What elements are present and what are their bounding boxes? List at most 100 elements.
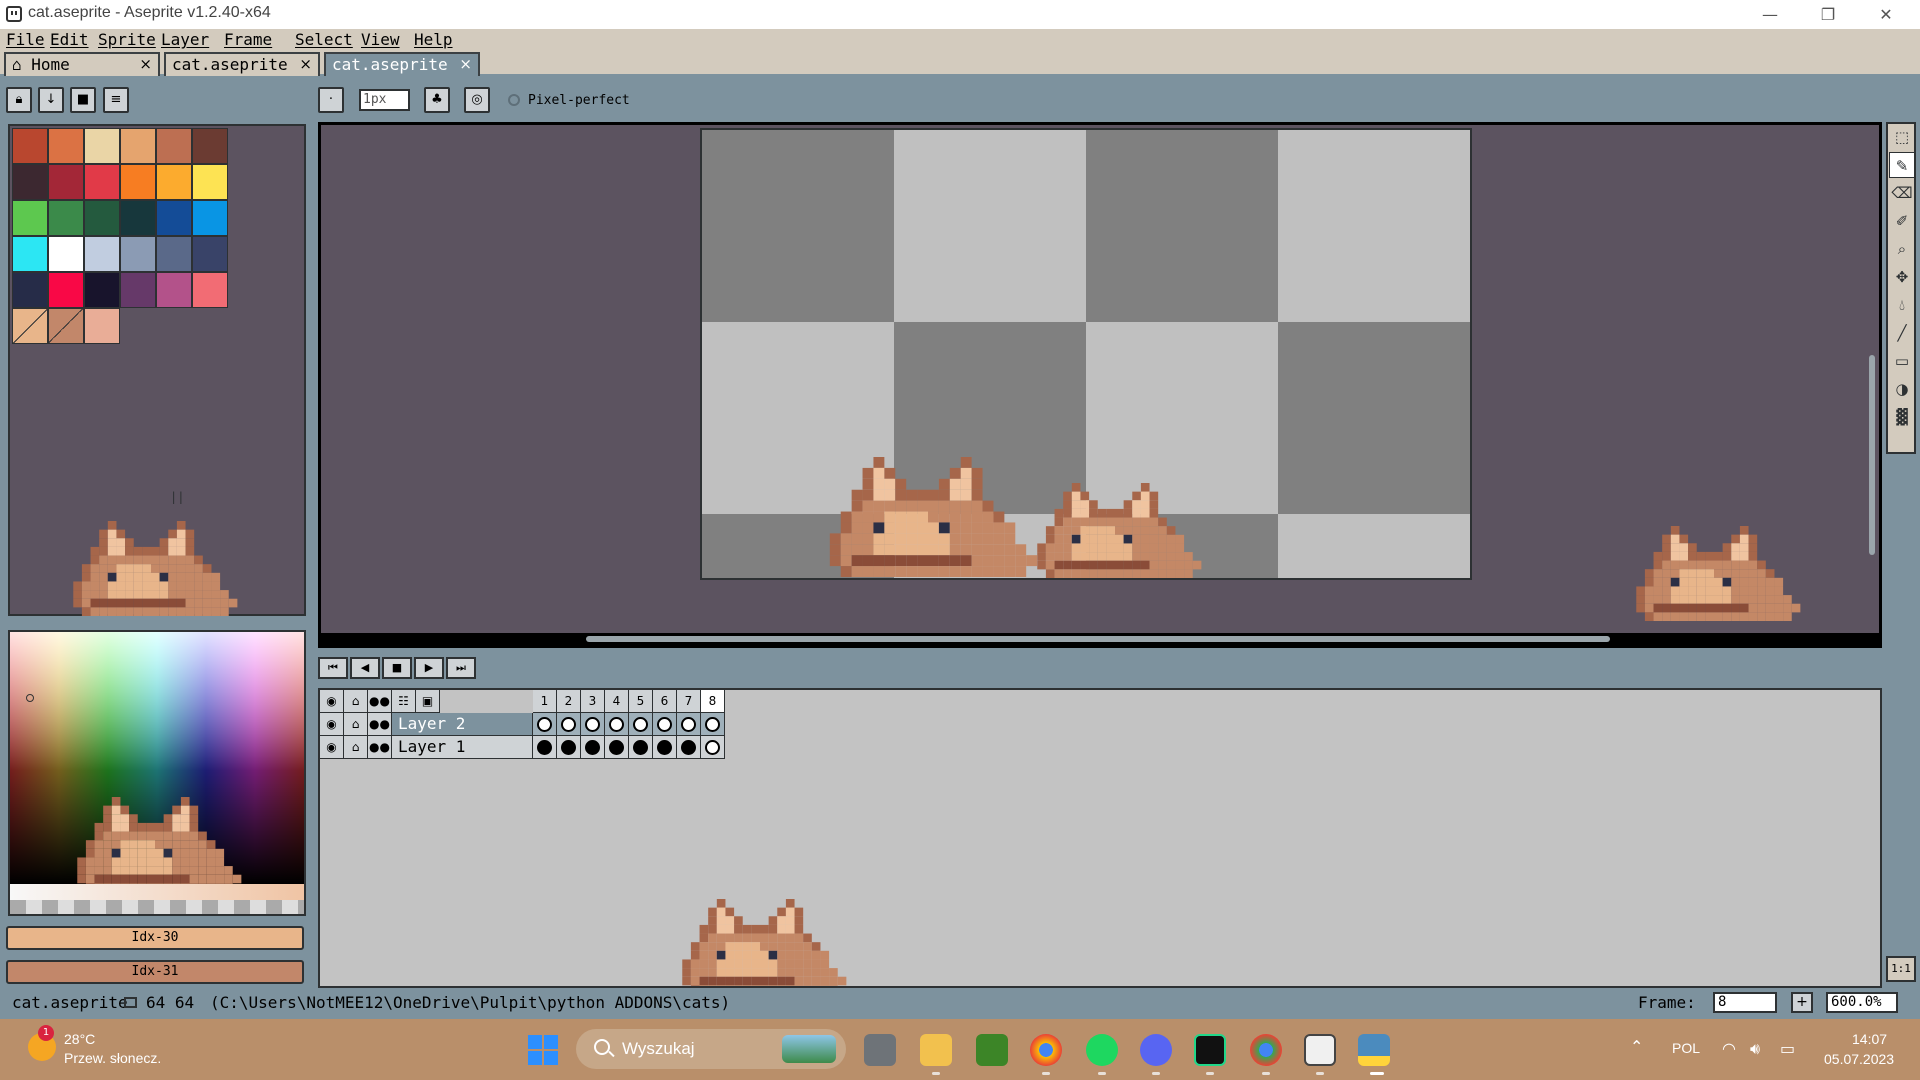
file-explorer-icon[interactable]: [920, 1034, 952, 1066]
frame-header-5[interactable]: 5: [629, 690, 653, 713]
foreground-color-button[interactable]: Idx-30: [6, 926, 304, 950]
pycharm-icon[interactable]: [1194, 1034, 1226, 1066]
aseprite-icon[interactable]: [1304, 1034, 1336, 1066]
layer1-continuous[interactable]: ●●: [368, 736, 392, 759]
palette-swatch[interactable]: [156, 128, 192, 164]
menu-sprite[interactable]: Sprite: [98, 29, 156, 50]
vertical-scrollbar[interactable]: [1869, 355, 1875, 555]
minimize-button[interactable]: —: [1742, 0, 1798, 29]
layer-group-header[interactable]: ☷: [392, 690, 416, 713]
cel-cell[interactable]: [557, 713, 581, 736]
menu-select[interactable]: Select: [295, 29, 353, 50]
wifi-icon[interactable]: ◠: [1722, 1039, 1736, 1058]
previous-frame-button[interactable]: ◀: [350, 657, 380, 679]
tab-close-icon[interactable]: ×: [299, 55, 312, 73]
layer-row-layer-2[interactable]: Layer 2: [392, 713, 533, 736]
palette-swatch[interactable]: [48, 272, 84, 308]
blur-tool-icon[interactable]: ▓: [1889, 404, 1915, 430]
onion-skin-header[interactable]: ▣: [416, 690, 440, 713]
cel-cell[interactable]: [605, 713, 629, 736]
python-icon[interactable]: [1358, 1034, 1390, 1066]
cel-cell[interactable]: [701, 713, 725, 736]
continuous-header[interactable]: ●●: [368, 690, 392, 713]
palette-swatch[interactable]: [120, 272, 156, 308]
cel-cell[interactable]: [653, 736, 677, 759]
palette-swatch[interactable]: [120, 200, 156, 236]
next-frame-button[interactable]: ▶: [414, 657, 444, 679]
cel-cell[interactable]: [629, 736, 653, 759]
layer2-lock[interactable]: ⌂: [344, 713, 368, 736]
new-frame-button[interactable]: +: [1791, 992, 1813, 1013]
windows-start-icon[interactable]: [528, 1035, 558, 1065]
palette-swatch[interactable]: [120, 164, 156, 200]
alpha-bar[interactable]: [10, 900, 304, 914]
palette-swatch[interactable]: [192, 200, 228, 236]
input-language[interactable]: POL: [1672, 1040, 1700, 1056]
weather-description[interactable]: Przew. słonecz.: [64, 1050, 161, 1066]
move-tool-icon[interactable]: ✥: [1889, 264, 1915, 290]
tab-close-icon[interactable]: ×: [139, 55, 152, 73]
frame-header-3[interactable]: 3: [581, 690, 605, 713]
contour-tool-icon[interactable]: ◑: [1889, 376, 1915, 402]
eyedropper-tool-icon[interactable]: ✐: [1889, 208, 1915, 234]
rectangle-tool-icon[interactable]: ▭: [1889, 348, 1915, 374]
color-picker[interactable]: [8, 630, 306, 916]
frame-header-7[interactable]: 7: [677, 690, 701, 713]
frame-header-8[interactable]: 8: [701, 690, 725, 713]
tab-cat-aseprite-2[interactable]: cat.aseprite ×: [324, 52, 480, 76]
frame-header-2[interactable]: 2: [557, 690, 581, 713]
volume-icon[interactable]: 🔊︎: [1750, 1039, 1760, 1059]
cel-cell[interactable]: [653, 713, 677, 736]
last-frame-button[interactable]: ⏭︎: [446, 657, 476, 679]
tab-cat-aseprite-1[interactable]: cat.aseprite ×: [164, 52, 320, 76]
palette-swatch[interactable]: [12, 128, 48, 164]
layer1-lock[interactable]: ⌂: [344, 736, 368, 759]
pencil-tool-icon[interactable]: ✎: [1889, 152, 1915, 178]
line-tool-icon[interactable]: ╱: [1889, 320, 1915, 346]
taskbar-search[interactable]: Wyszukaj: [576, 1029, 846, 1069]
cel-cell[interactable]: [677, 736, 701, 759]
clock-time[interactable]: 14:07: [1852, 1031, 1887, 1047]
close-button[interactable]: ✕: [1858, 0, 1914, 29]
palette-swatch[interactable]: [156, 164, 192, 200]
tray-overflow-icon[interactable]: ⌃: [1630, 1037, 1643, 1056]
palette-swatch[interactable]: [84, 308, 120, 344]
tab-home[interactable]: ⌂ Home ×: [4, 52, 160, 76]
chrome-profile-icon[interactable]: [1250, 1034, 1282, 1066]
palette-swatch[interactable]: [84, 236, 120, 272]
palette-swatch[interactable]: [84, 164, 120, 200]
palette-swatch[interactable]: [12, 272, 48, 308]
sort-palette-button[interactable]: ↓: [38, 87, 64, 113]
palette-swatch[interactable]: [48, 236, 84, 272]
palette-swatch[interactable]: [156, 272, 192, 308]
lock-header[interactable]: ⌂: [344, 690, 368, 713]
palette-swatch[interactable]: [156, 236, 192, 272]
cel-cell[interactable]: [533, 713, 557, 736]
background-color-button[interactable]: Idx-31: [6, 960, 304, 984]
marquee-tool-icon[interactable]: ⬚: [1889, 124, 1915, 150]
palette-swatch[interactable]: [192, 236, 228, 272]
menu-file[interactable]: File: [6, 29, 45, 50]
palette-swatch[interactable]: [84, 128, 120, 164]
task-view-icon[interactable]: [864, 1034, 896, 1066]
cel-cell[interactable]: [629, 713, 653, 736]
lock-palette-button[interactable]: 🔒︎: [6, 87, 32, 113]
cel-cell[interactable]: [677, 713, 701, 736]
chrome-icon[interactable]: [1030, 1034, 1062, 1066]
brush-size-input[interactable]: 1px: [359, 89, 410, 111]
menu-help[interactable]: Help: [414, 29, 453, 50]
palette-swatch[interactable]: [12, 200, 48, 236]
clock-date[interactable]: 05.07.2023: [1824, 1051, 1894, 1067]
zoom-input[interactable]: 600.0%: [1826, 992, 1898, 1013]
frame-header-4[interactable]: 4: [605, 690, 629, 713]
color-cursor[interactable]: [26, 694, 34, 702]
palette-swatch[interactable]: [192, 272, 228, 308]
cel-cell[interactable]: [581, 713, 605, 736]
palette-swatch[interactable]: [84, 272, 120, 308]
frame-header-6[interactable]: 6: [653, 690, 677, 713]
palette-swatch[interactable]: [12, 164, 48, 200]
palette-swatch[interactable]: [48, 164, 84, 200]
palette-swatch[interactable]: [192, 128, 228, 164]
ink-type-button[interactable]: ♣: [424, 87, 450, 113]
palette-swatch[interactable]: [192, 164, 228, 200]
